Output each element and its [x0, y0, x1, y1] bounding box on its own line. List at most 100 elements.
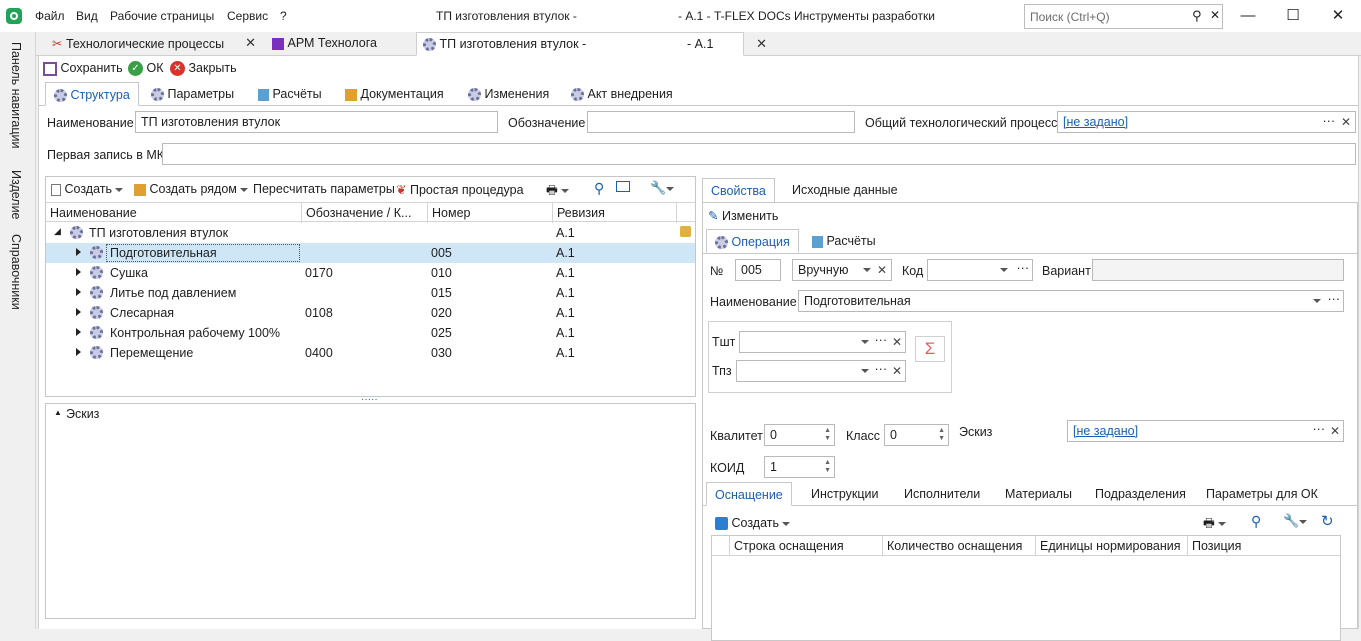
more-icon[interactable]: ··· [875, 333, 888, 347]
maximize-button[interactable]: ☐ [1271, 4, 1315, 28]
designation-field[interactable] [587, 111, 855, 133]
print-button[interactable]: 🖶 [1203, 514, 1227, 535]
no-field[interactable]: 005 [735, 259, 781, 281]
close-icon[interactable]: ✕ [245, 35, 256, 51]
more-icon[interactable]: ··· [1017, 261, 1030, 275]
search-icon[interactable]: ⚲ [1251, 513, 1261, 530]
tab-properties[interactable]: Свойства [702, 178, 775, 203]
kvalitet-stepper[interactable]: 0 ▲ ▼ [764, 424, 835, 446]
more-icon[interactable]: ··· [875, 362, 888, 376]
tab-changes[interactable]: Изменения [460, 82, 557, 106]
create-equipment-button[interactable]: Создать [715, 516, 791, 531]
table-row[interactable]: Литье под давлением 015 А.1 [46, 283, 695, 303]
expand-icon[interactable] [76, 248, 81, 256]
tab-parameters[interactable]: Параметры [143, 82, 242, 106]
stepper-arrows-icon[interactable]: ▲ ▼ [824, 459, 831, 475]
clear-icon[interactable]: ✕ [892, 335, 902, 349]
variant-field[interactable] [1092, 259, 1344, 281]
simple-procedure-button[interactable]: ❦ Простая процедура [396, 182, 524, 197]
search-icon[interactable]: ⚲ [594, 180, 604, 197]
table-row[interactable]: Контрольная рабочему 100% 025 А.1 [46, 323, 695, 343]
tab-structure[interactable]: Структура [45, 82, 139, 106]
tab-source-data[interactable]: Исходные данные [784, 178, 906, 202]
expand-icon[interactable] [76, 328, 81, 336]
column-position[interactable]: Позиция [1188, 536, 1340, 556]
menu-file[interactable]: Файл [35, 9, 65, 23]
more-icon[interactable]: ··· [1313, 422, 1326, 436]
wrench-icon[interactable]: 🔧 [650, 180, 675, 196]
minimize-button[interactable]: — [1226, 4, 1270, 28]
column-equipment-line[interactable]: Строка оснащения [730, 536, 883, 556]
column-name[interactable]: Наименование [46, 203, 302, 223]
more-icon[interactable]: ··· [1323, 114, 1336, 128]
op-name-combo[interactable]: Подготовительная ··· [798, 290, 1344, 312]
collapse-up-icon[interactable]: ▲ [54, 408, 62, 417]
create-near-button[interactable]: Создать рядом [134, 182, 249, 196]
tab-instructions[interactable]: Инструкции [803, 482, 887, 506]
tab-documentation[interactable]: Документация [337, 82, 452, 106]
stepper-arrows-icon[interactable]: ▲ ▼ [938, 427, 945, 443]
clear-icon[interactable]: ✕ [877, 263, 887, 277]
tab-performers[interactable]: Исполнители [896, 482, 988, 506]
search-input[interactable]: Поиск (Ctrl+Q) ⚲ ✕ [1024, 4, 1223, 29]
edit-button[interactable]: ✎ Изменить [708, 208, 778, 223]
close-icon[interactable]: ✕ [756, 36, 767, 52]
doc-tab-tp[interactable]: ТП изготовления втулок - - А.1 ✕ [416, 32, 767, 56]
sidebar-item-references[interactable]: Справочники [9, 234, 23, 310]
close-window-button[interactable]: ✕ [1316, 4, 1360, 28]
save-button[interactable]: Сохранить [43, 61, 123, 76]
expand-icon[interactable] [76, 268, 81, 276]
tab-calculations[interactable]: Расчёты [250, 82, 330, 106]
table-row[interactable]: Подготовительная 005 А.1 [46, 243, 695, 263]
collapse-icon[interactable]: ◢ [54, 226, 61, 237]
doc-tab-arm[interactable]: АРМ Технолога ✕ [266, 32, 438, 56]
ok-button[interactable]: ✓ ОК [128, 61, 164, 77]
wrench-icon[interactable]: 🔧 [1283, 513, 1308, 529]
column-equipment-qty[interactable]: Количество оснащения [883, 536, 1036, 556]
search-clear-icon[interactable]: ✕ [1210, 8, 1220, 22]
close-button[interactable]: ✕ Закрыть [170, 61, 237, 77]
doc-tab-processes[interactable]: ✂ Технологические процессы ✕ [46, 32, 262, 56]
tab-departments[interactable]: Подразделения [1087, 482, 1194, 506]
sidebar-item-navigation[interactable]: Панель навигации [9, 42, 23, 149]
column-designation[interactable]: Обозначение / К... [302, 203, 428, 223]
table-row[interactable]: Перемещение 0400 030 А.1 [46, 343, 695, 363]
tab-implementation-act[interactable]: Акт внедрения [563, 82, 681, 106]
create-button[interactable]: Создать [51, 182, 124, 196]
search-icon[interactable]: ⚲ [1192, 8, 1202, 24]
name-field[interactable]: ТП изготовления втулок [135, 111, 498, 133]
tsht-combo[interactable]: ··· ✕ [739, 331, 906, 353]
table-row[interactable]: Слесарная 0108 020 А.1 [46, 303, 695, 323]
print-button[interactable]: 🖶 [546, 181, 570, 202]
recalc-button[interactable]: Пересчитать параметры [253, 182, 395, 196]
table-row[interactable]: Сушка 0170 010 А.1 [46, 263, 695, 283]
class-stepper[interactable]: 0 ▲ ▼ [884, 424, 949, 446]
clear-icon[interactable]: ✕ [1341, 115, 1351, 129]
sidebar-item-product[interactable]: Изделие [9, 170, 23, 220]
tpz-combo[interactable]: ··· ✕ [736, 360, 906, 382]
first-record-field[interactable] [162, 143, 1356, 165]
common-process-field[interactable]: [не задано] ··· ✕ [1057, 111, 1356, 133]
stepper-arrows-icon[interactable]: ▲ ▼ [824, 427, 831, 443]
menu-view[interactable]: Вид [76, 9, 98, 23]
common-process-link[interactable]: [не задано] [1063, 115, 1128, 129]
menu-workpages[interactable]: Рабочие страницы [110, 9, 214, 23]
sum-icon[interactable]: Σ [915, 336, 945, 362]
refresh-icon[interactable]: ↻ [1321, 512, 1334, 530]
tab-equipment[interactable]: Оснащение [706, 482, 792, 506]
code-combo[interactable]: ··· [927, 259, 1033, 281]
expand-icon[interactable] [76, 308, 81, 316]
clear-icon[interactable]: ✕ [892, 364, 902, 378]
sketch-link[interactable]: [не задано] [1073, 424, 1138, 438]
clear-icon[interactable]: ✕ [1330, 424, 1340, 438]
mode-combo[interactable]: Вручную ✕ [792, 259, 892, 281]
more-icon[interactable]: ··· [1328, 292, 1341, 306]
tab-ok-parameters[interactable]: Параметры для ОК [1198, 482, 1326, 506]
menu-help[interactable]: ? [280, 9, 287, 23]
tree-root-row[interactable]: ◢ ТП изготовления втулок А.1 [46, 223, 695, 243]
column-revision[interactable]: Ревизия [553, 203, 677, 223]
expand-icon[interactable] [76, 348, 81, 356]
column-number[interactable]: Номер [428, 203, 553, 223]
tab-operation[interactable]: Операция [706, 229, 799, 253]
expand-icon[interactable] [76, 288, 81, 296]
